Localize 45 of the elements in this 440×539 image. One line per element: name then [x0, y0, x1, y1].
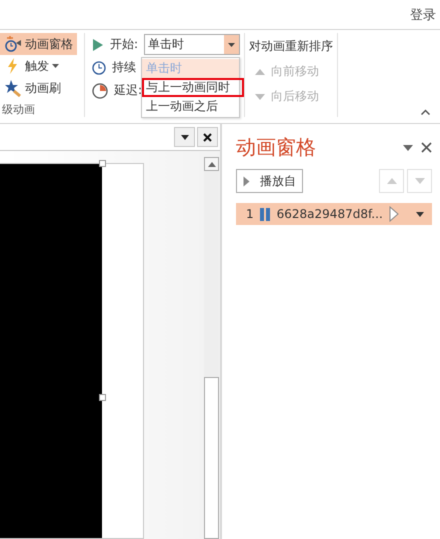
- dropdown-button[interactable]: [174, 127, 195, 147]
- caret-icon[interactable]: [403, 144, 413, 150]
- menu-item[interactable]: 上一动画之后: [142, 97, 239, 116]
- slide[interactable]: [0, 163, 144, 539]
- resize-handle[interactable]: [99, 160, 106, 167]
- up-triangle-icon: [386, 178, 396, 184]
- play-icon: [92, 38, 104, 52]
- scrollbar[interactable]: [204, 157, 219, 539]
- menu-item[interactable]: 与上一动画同时: [142, 78, 244, 97]
- delay-icon: [92, 82, 108, 98]
- ribbon-button[interactable]: 动画窗格: [0, 33, 77, 55]
- clock-icon: [92, 60, 106, 74]
- resize-handle[interactable]: [99, 394, 106, 401]
- pause-bars-icon: [260, 208, 271, 220]
- group-label: 级动画: [2, 102, 36, 117]
- up-triangle-icon: [255, 68, 265, 74]
- collapse-icon[interactable]: [421, 109, 430, 115]
- play-icon: [243, 176, 250, 186]
- duration-label: 持续: [112, 59, 136, 76]
- star-brush-icon: [4, 79, 22, 97]
- caret-icon[interactable]: [416, 212, 424, 216]
- delay-label: 延迟:: [114, 82, 142, 99]
- scroll-thumb[interactable]: [204, 377, 219, 539]
- play-from-button[interactable]: 播放自: [236, 169, 303, 193]
- down-triangle-icon: [414, 178, 424, 184]
- animation-item[interactable]: 1 6628a29487d8f...: [236, 203, 432, 225]
- close-icon[interactable]: [421, 142, 432, 153]
- caret-icon: [228, 42, 236, 46]
- item-name: 6628a29487d8f...: [276, 207, 383, 221]
- pane-title: 动画窗格: [236, 134, 317, 161]
- scroll-up-button[interactable]: [204, 157, 219, 171]
- up-triangle-icon: [208, 162, 216, 166]
- group-title: 对动画重新排序: [249, 38, 334, 55]
- item-number: 1: [246, 207, 254, 221]
- ribbon-button[interactable]: 触发: [0, 55, 63, 77]
- sign-in-link[interactable]: 登录: [410, 6, 436, 24]
- start-dropdown[interactable]: 单击时: [144, 34, 240, 55]
- ribbon-button[interactable]: 动画刷: [0, 77, 65, 99]
- stopwatch-icon: [4, 35, 22, 53]
- close-icon: [203, 132, 212, 142]
- close-button[interactable]: [197, 127, 218, 147]
- start-label: 开始:: [110, 36, 138, 53]
- caret-icon: [180, 134, 188, 140]
- down-triangle-icon: [255, 94, 265, 100]
- play-icon: [388, 206, 399, 222]
